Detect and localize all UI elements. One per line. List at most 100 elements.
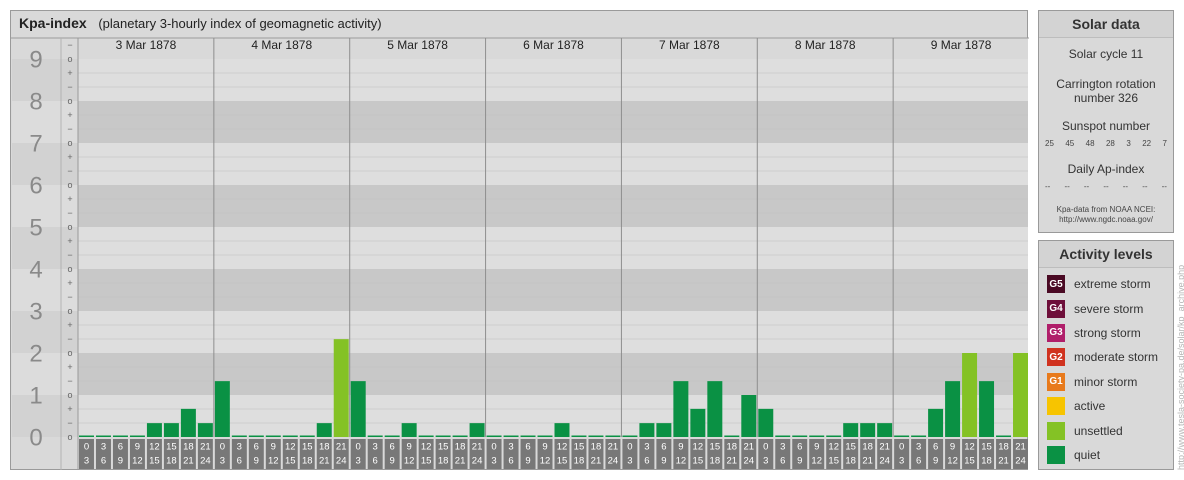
interval-end: 24: [200, 456, 211, 467]
y-minor-tick-label: −: [67, 292, 72, 302]
kp-bar: [469, 423, 485, 437]
grid-band: [78, 185, 1028, 227]
activity-level-swatch: G4: [1047, 299, 1065, 318]
interval-end: 6: [644, 456, 649, 467]
interval-start: 6: [525, 442, 530, 453]
interval-end: 9: [254, 456, 259, 467]
activity-levels-panel: Activity levels G5 extreme storm G4 severe …: [1038, 240, 1174, 470]
sunspot-value: 7: [1162, 139, 1167, 148]
solar-data-heading: Solar data: [1039, 11, 1173, 38]
activity-level-item: quiet: [1039, 443, 1173, 467]
interval-end: 12: [268, 456, 279, 467]
kp-bar: [809, 435, 825, 437]
activity-level-item: G5 extreme storm: [1039, 272, 1173, 296]
grid-band: [78, 101, 1028, 143]
kp-bar: [282, 435, 298, 437]
kp-bar: [401, 423, 417, 437]
interval-end: 24: [336, 456, 347, 467]
kp-bar: [299, 435, 315, 437]
y-tick-label: 9: [29, 47, 42, 74]
interval-start: 3: [644, 442, 649, 453]
kp-bar: [418, 435, 434, 437]
activity-level-swatch: [1047, 397, 1065, 416]
kp-bar: [724, 435, 740, 437]
y-tick-label: 5: [29, 215, 42, 242]
interval-start: 0: [899, 442, 904, 453]
y-minor-tick-label: o: [67, 348, 72, 358]
interval-start: 21: [336, 442, 347, 453]
kp-bar: [163, 423, 179, 437]
interval-start: 0: [763, 442, 768, 453]
interval-start: 3: [780, 442, 785, 453]
interval-start: 9: [950, 442, 955, 453]
interval-end: 3: [491, 456, 496, 467]
interval-start: 18: [319, 442, 330, 453]
kp-bar: [333, 339, 349, 437]
grid-band: [78, 227, 1028, 269]
interval-end: 18: [574, 456, 585, 467]
interval-start: 12: [828, 442, 839, 453]
interval-start: 18: [727, 442, 738, 453]
interval-end: 9: [390, 456, 395, 467]
kp-bar: [996, 435, 1012, 437]
y-minor-tick-label: o: [67, 390, 72, 400]
kp-bar: [605, 435, 621, 437]
kp-bar: [554, 423, 570, 437]
interval-start: 21: [744, 442, 755, 453]
interval-start: 12: [557, 442, 568, 453]
kpa-chart: 0 o − 1 + o − 2 + o − 3 + o − 4 + o − 5 + o − 6 + o − 7 + o − 8 + o − 9 + o − 3…: [11, 37, 1029, 470]
kp-bar: [894, 435, 910, 437]
interval-end: 24: [472, 456, 483, 467]
kp-bar: [129, 435, 145, 437]
interval-start: 0: [491, 442, 496, 453]
kp-bar: [265, 435, 281, 437]
ap-index-value: --: [1083, 182, 1090, 191]
kp-bar: [112, 435, 128, 437]
kp-bar: [928, 408, 944, 437]
interval-end: 12: [676, 456, 687, 467]
interval-end: 15: [149, 456, 160, 467]
kp-bar: [197, 423, 213, 437]
y-tick-label: 1: [29, 383, 42, 410]
ap-index-values: -- -- -- -- -- -- --: [1039, 182, 1173, 191]
activity-level-label: severe storm: [1074, 301, 1144, 316]
activity-level-label: strong storm: [1074, 325, 1141, 340]
interval-start: 15: [710, 442, 721, 453]
interval-start: 6: [254, 442, 259, 453]
kp-bar: [758, 408, 774, 437]
ap-index-value: --: [1064, 182, 1070, 191]
activity-level-item: G2 moderate storm: [1039, 345, 1173, 369]
interval-end: 24: [608, 456, 619, 467]
day-label: 5 Mar 1878: [387, 38, 448, 52]
interval-start: 6: [797, 442, 802, 453]
kp-bar: [775, 435, 791, 437]
interval-start: 12: [693, 442, 704, 453]
y-minor-tick-label: o: [67, 138, 72, 148]
interval-start: 21: [879, 442, 890, 453]
interval-end: 6: [508, 456, 513, 467]
kp-bar: [95, 435, 111, 437]
interval-start: 0: [220, 442, 225, 453]
y-minor-tick-label: +: [67, 110, 72, 120]
activity-level-swatch: G3: [1047, 323, 1065, 342]
kp-bar: [1013, 353, 1028, 437]
activity-level-label: quiet: [1074, 447, 1101, 462]
y-minor-tick-label: o: [67, 432, 72, 442]
activity-level-legend: G5 extreme storm G4 severe storm G3 strong st…: [1039, 268, 1173, 467]
y-minor-tick-label: o: [67, 54, 72, 64]
sunspot-heading: Sunspot number: [1061, 119, 1151, 133]
interval-start: 0: [356, 442, 361, 453]
activity-level-item: G3 strong storm: [1039, 321, 1173, 345]
activity-level-swatch: G1: [1047, 372, 1065, 391]
day-label: 7 Mar 1878: [659, 38, 720, 52]
kp-bar: [588, 435, 604, 437]
interval-end: 24: [744, 456, 755, 467]
kp-bar: [639, 423, 655, 437]
ap-index-value: --: [1045, 182, 1051, 191]
y-minor-tick-label: +: [67, 320, 72, 330]
kp-bar: [656, 423, 672, 437]
kp-bar: [452, 435, 468, 437]
interval-end: 9: [525, 456, 530, 467]
chart-title: Kpa-index (planetary 3-hourly index of g…: [19, 15, 382, 31]
interval-end: 6: [237, 456, 242, 467]
